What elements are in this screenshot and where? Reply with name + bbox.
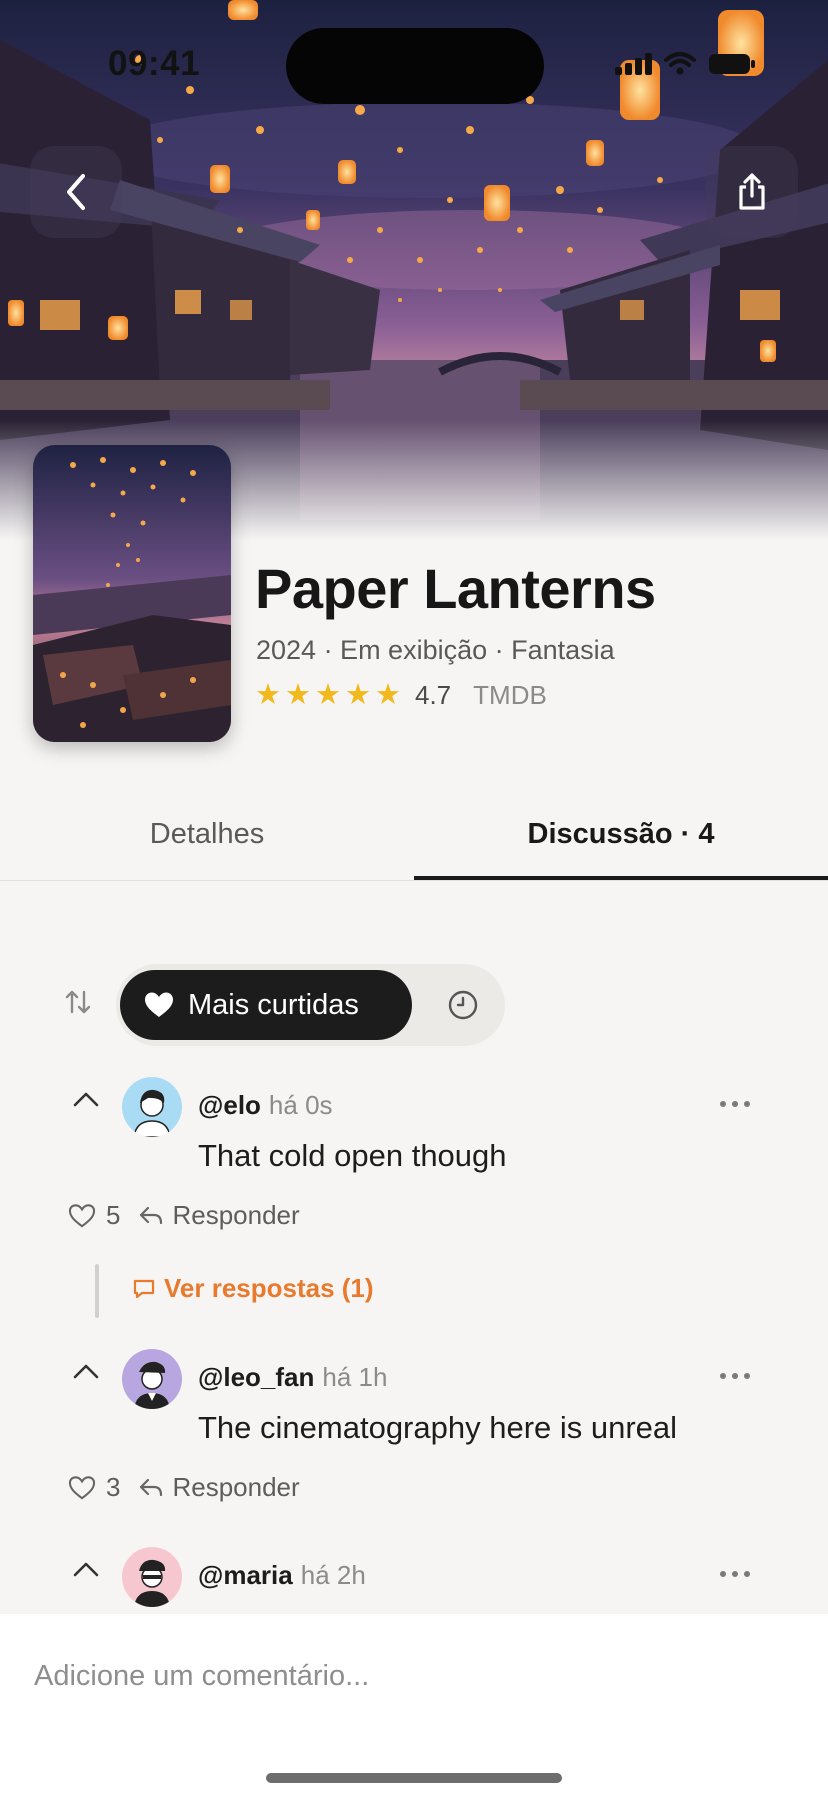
comment-actions: 3 Responder — [68, 1472, 300, 1503]
reply-button[interactable]: Responder — [172, 1472, 299, 1503]
like-count: 3 — [106, 1472, 121, 1502]
username-text: @maria — [198, 1560, 293, 1590]
like-count: 5 — [106, 1200, 121, 1230]
star-icon: ★ — [285, 679, 311, 711]
tab-discussion[interactable]: Discussão · 4 — [414, 786, 828, 882]
like-heart-icon[interactable] — [68, 1203, 96, 1229]
thread-line — [95, 1264, 99, 1318]
active-tab-indicator — [414, 876, 828, 880]
view-replies-label: Ver respostas (1) — [164, 1273, 374, 1303]
rating-value: 4.7 — [415, 680, 452, 710]
avatar[interactable] — [122, 1547, 182, 1607]
avatar[interactable] — [122, 1077, 182, 1137]
tab-bar: Detalhes Discussão · 4 — [0, 786, 828, 882]
show-poster — [33, 445, 231, 742]
rating-row: ★ ★ ★ ★ ★ 4.7 TMDB — [255, 680, 547, 711]
status-icons — [615, 52, 756, 76]
star-icon: ★ — [375, 679, 401, 711]
wifi-icon — [664, 52, 696, 75]
comment-username[interactable]: @maria há 2h — [198, 1560, 366, 1591]
tab-divider — [0, 880, 828, 881]
speech-bubble-icon — [133, 1279, 155, 1298]
avatar-image — [122, 1077, 182, 1137]
comment-time: há 0s — [268, 1090, 333, 1120]
view-replies-button[interactable]: Ver respostas (1) — [132, 1273, 374, 1304]
comment-actions: 5 Responder — [68, 1200, 300, 1231]
comment-input[interactable]: Adicione um comentário... — [34, 1660, 369, 1693]
poster-image — [33, 445, 231, 742]
reply-button[interactable]: Responder — [172, 1200, 299, 1231]
reply-arrow-icon[interactable] — [138, 1205, 164, 1227]
avatar-image — [122, 1547, 182, 1607]
comment-time: há 1h — [322, 1362, 388, 1392]
sort-active-label: Mais curtidas — [188, 988, 359, 1021]
more-options-icon[interactable] — [720, 1373, 750, 1379]
sort-arrows-icon[interactable] — [64, 988, 92, 1016]
comment-text: The cinematography here is unreal — [198, 1410, 678, 1445]
battery-icon — [709, 54, 755, 74]
heart-icon — [145, 992, 173, 1017]
star-icon: ★ — [345, 679, 371, 711]
clock-icon[interactable] — [447, 989, 479, 1021]
avatar[interactable] — [122, 1349, 182, 1409]
upvote-chevron-icon[interactable] — [72, 1362, 100, 1380]
avatar-image — [122, 1349, 182, 1409]
username-text: @elo — [198, 1090, 261, 1120]
home-indicator[interactable] — [266, 1773, 562, 1783]
show-title: Paper Lanterns — [255, 557, 656, 620]
reply-arrow-icon[interactable] — [138, 1477, 164, 1499]
more-options-icon[interactable] — [720, 1571, 750, 1577]
comment-text: That cold open though — [198, 1138, 507, 1173]
share-button[interactable] — [706, 146, 798, 238]
star-icon: ★ — [255, 679, 281, 711]
comment-time: há 2h — [300, 1560, 366, 1590]
cellular-signal-icon — [615, 53, 652, 75]
dynamic-island — [286, 28, 544, 104]
rating-source: TMDB — [473, 680, 547, 710]
comment-username[interactable]: @leo_fan há 1h — [198, 1362, 387, 1393]
status-time: 09:41 — [108, 44, 201, 83]
like-heart-icon[interactable] — [68, 1475, 96, 1501]
share-icon — [739, 173, 765, 210]
star-icon: ★ — [315, 679, 341, 711]
comment-username[interactable]: @elo há 0s — [198, 1090, 333, 1121]
upvote-chevron-icon[interactable] — [72, 1560, 100, 1578]
back-button[interactable] — [30, 146, 122, 238]
more-options-icon[interactable] — [720, 1101, 750, 1107]
tab-details[interactable]: Detalhes — [0, 786, 414, 882]
username-text: @leo_fan — [198, 1362, 315, 1392]
show-meta: 2024 · Em exibição · Fantasia — [256, 635, 615, 665]
chevron-left-icon — [67, 174, 85, 210]
sort-most-liked-button[interactable]: Mais curtidas — [120, 970, 412, 1040]
upvote-chevron-icon[interactable] — [72, 1090, 100, 1108]
